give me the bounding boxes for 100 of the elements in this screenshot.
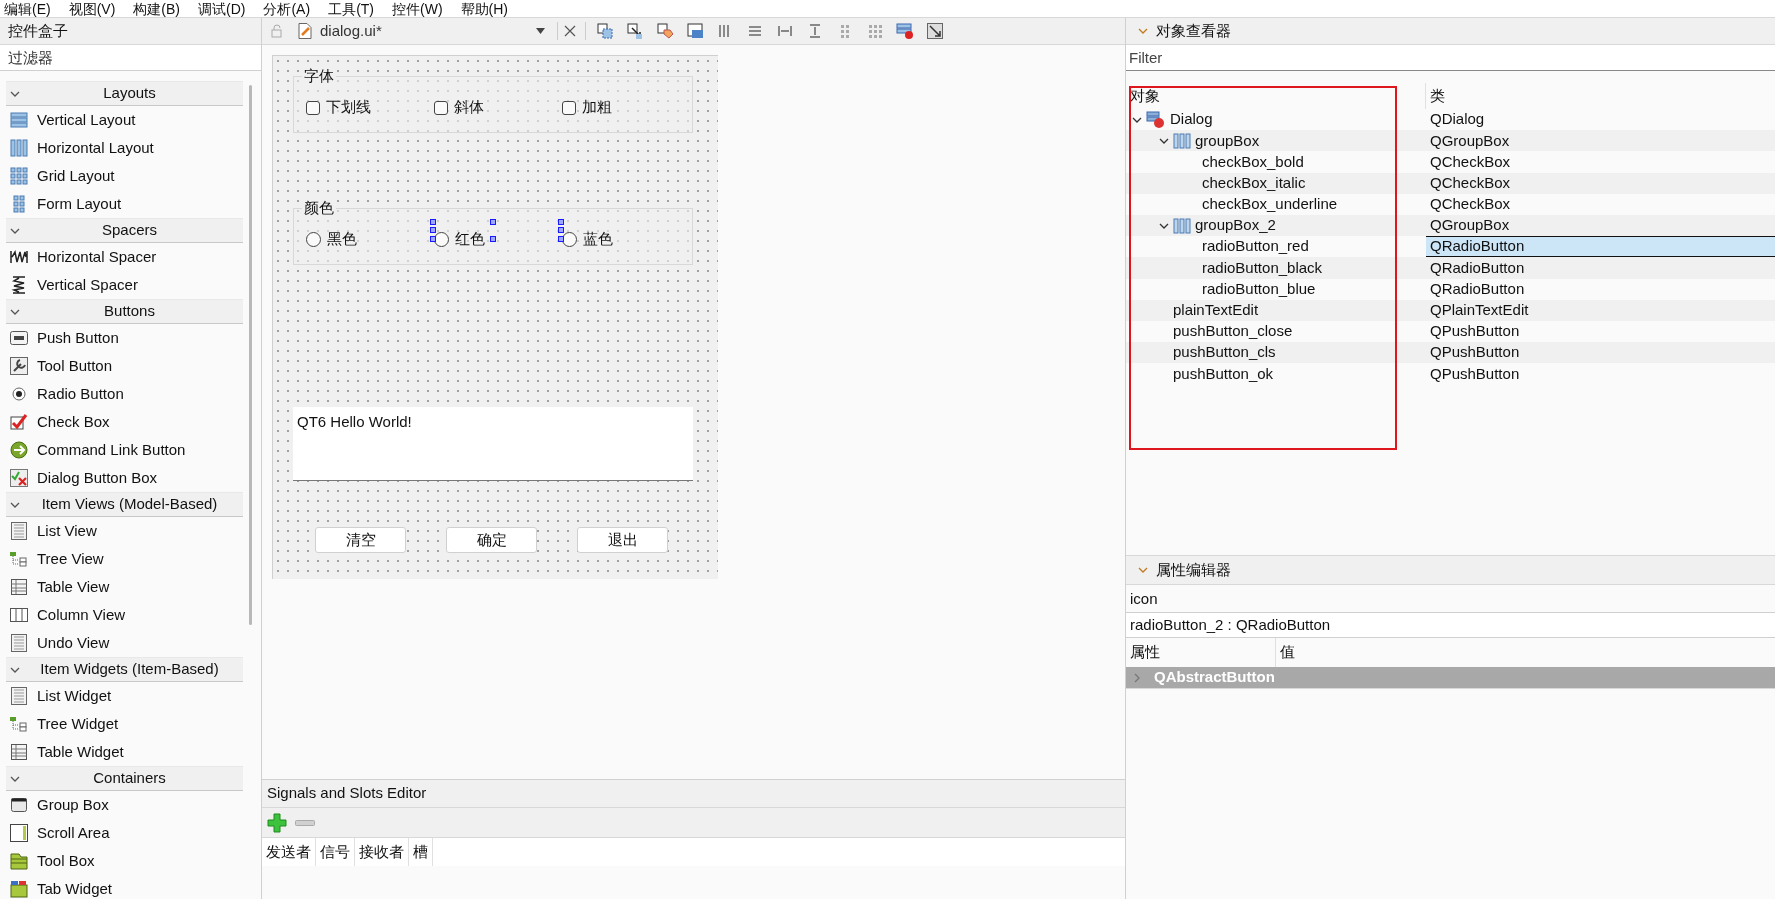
- column-header[interactable]: 发送者: [262, 838, 316, 866]
- widget-item[interactable]: Tab Widget: [6, 875, 243, 899]
- category-header[interactable]: Spacers: [6, 218, 243, 243]
- tree-row[interactable]: pushButton_cls QPushButton: [1126, 342, 1775, 364]
- panel-title: 控件盒子: [0, 18, 261, 45]
- tree-row[interactable]: checkBox_italic QCheckBox: [1126, 172, 1775, 194]
- scroll-area-icon: [9, 823, 29, 843]
- widget-item[interactable]: Horizontal Layout: [6, 134, 243, 162]
- adjust-size-icon[interactable]: [926, 22, 944, 40]
- filter-field[interactable]: Filter: [1126, 45, 1775, 71]
- widget-item[interactable]: Tool Button: [6, 352, 243, 380]
- checkmark-icon: [9, 412, 29, 432]
- widget-item[interactable]: Tree Widget: [6, 710, 243, 738]
- widget-item[interactable]: Vertical Layout: [6, 106, 243, 134]
- widget-item[interactable]: Command Link Button: [6, 436, 243, 464]
- columns-icon: [1173, 217, 1191, 234]
- plus-icon[interactable]: [267, 812, 287, 833]
- selection-handle[interactable]: [430, 219, 436, 226]
- collapse-icon[interactable]: [1138, 26, 1148, 36]
- widget-item[interactable]: Vertical Spacer: [6, 271, 243, 299]
- selected-object-label: radioButton_2 : QRadioButton: [1126, 613, 1775, 638]
- widget-item[interactable]: Push Button: [6, 324, 243, 352]
- tag-icon[interactable]: [656, 22, 674, 40]
- category-header[interactable]: Containers: [6, 766, 243, 791]
- push-button[interactable]: 清空: [315, 527, 406, 553]
- collapse-icon[interactable]: [1138, 565, 1148, 575]
- tree-row[interactable]: groupBox QGroupBox: [1126, 130, 1775, 152]
- widget-item[interactable]: Group Box: [6, 791, 243, 819]
- selection-handle[interactable]: [490, 236, 496, 243]
- category-header[interactable]: Item Widgets (Item-Based): [6, 657, 243, 682]
- tree-row[interactable]: radioButton_black QRadioButton: [1126, 257, 1775, 279]
- menu-item[interactable]: 帮助(H): [460, 1, 508, 16]
- table-icon: [9, 742, 29, 762]
- checkbox[interactable]: [434, 100, 448, 115]
- checkbox[interactable]: [306, 100, 320, 115]
- checkbox[interactable]: [562, 100, 576, 115]
- push-button[interactable]: 退出: [577, 527, 668, 553]
- column-header[interactable]: 信号: [316, 838, 355, 866]
- menu-item[interactable]: 调试(D): [198, 1, 246, 16]
- widget-item[interactable]: Form Layout: [6, 190, 243, 218]
- menu-item[interactable]: 构建(B): [133, 1, 180, 16]
- dialog-icon: [1146, 110, 1166, 129]
- class-cell-text: QCheckBox: [1429, 194, 1512, 215]
- object-name: checkBox_bold: [1201, 151, 1304, 172]
- widget-item[interactable]: Tool Box: [6, 847, 243, 875]
- file-tab-title[interactable]: dialog.ui*: [320, 19, 530, 43]
- menu-item[interactable]: 分析(A): [263, 1, 311, 16]
- widget-item[interactable]: Horizontal Spacer: [6, 243, 243, 271]
- option-label: 下划线: [326, 97, 371, 118]
- widget-item[interactable]: List View: [6, 517, 243, 545]
- column-header[interactable]: 值: [1276, 638, 1295, 667]
- wrench-icon: [9, 356, 29, 376]
- widget-item[interactable]: List Widget: [6, 682, 243, 710]
- widget-item[interactable]: Table View: [6, 573, 243, 601]
- plain-text-edit[interactable]: QT6 Hello World!: [293, 407, 693, 481]
- widget-item[interactable]: Undo View: [6, 629, 243, 657]
- option-label: 斜体: [454, 97, 484, 118]
- class-cell-text: QGroupBox: [1429, 215, 1511, 236]
- widget-item[interactable]: Grid Layout: [6, 162, 243, 190]
- widget-item[interactable]: Column View: [6, 601, 243, 629]
- widget-item[interactable]: Scroll Area: [6, 819, 243, 847]
- menu-item[interactable]: 编辑(E): [4, 1, 51, 16]
- tree-row[interactable]: groupBox_2 QGroupBox: [1126, 214, 1775, 237]
- columns-icon: [9, 138, 29, 158]
- signal-slot-icon[interactable]: [626, 22, 644, 40]
- option-label: 黑色: [327, 229, 357, 250]
- break-layout-icon[interactable]: [896, 22, 914, 40]
- filter-field[interactable]: 过滤器: [0, 45, 261, 71]
- tab-widget-icon: [9, 879, 29, 899]
- radio-button[interactable]: [434, 232, 449, 247]
- option-label: 加粗: [582, 97, 612, 118]
- check-cross-icon: [9, 468, 29, 488]
- dropdown-caret-icon[interactable]: [536, 28, 545, 34]
- scrollbar[interactable]: [249, 85, 252, 625]
- tree-row[interactable]: plainTextEdit QPlainTextEdit: [1126, 299, 1775, 321]
- list-icon: [9, 633, 29, 653]
- category-header[interactable]: Item Views (Model-Based): [6, 492, 243, 517]
- edit-widgets-icon[interactable]: [596, 22, 614, 40]
- widget-item[interactable]: Table Widget: [6, 738, 243, 766]
- tree-icon: [9, 549, 29, 569]
- widget-item[interactable]: Dialog Button Box: [6, 464, 243, 492]
- menu-item[interactable]: 视图(V): [68, 1, 116, 16]
- push-button[interactable]: 确定: [446, 527, 537, 553]
- close-icon[interactable]: [564, 25, 576, 37]
- category-header[interactable]: Buttons: [6, 299, 243, 324]
- menu-item[interactable]: 控件(W): [392, 1, 443, 16]
- category-header[interactable]: Layouts: [6, 81, 243, 106]
- column-header[interactable]: 类: [1426, 83, 1445, 109]
- column-header[interactable]: 槽: [409, 838, 433, 866]
- widget-item[interactable]: Radio Button: [6, 380, 243, 408]
- radio-button[interactable]: [562, 232, 577, 247]
- radio-button[interactable]: [306, 232, 321, 247]
- widget-item[interactable]: Check Box: [6, 408, 243, 436]
- selection-handle[interactable]: [490, 219, 496, 226]
- widget-item[interactable]: Tree View: [6, 545, 243, 573]
- column-header[interactable]: 接收者: [355, 838, 409, 866]
- menu-item[interactable]: 工具(T): [328, 1, 374, 16]
- list-icon: [9, 521, 29, 541]
- tab-order-icon[interactable]: [686, 22, 704, 40]
- selection-handle[interactable]: [558, 219, 564, 226]
